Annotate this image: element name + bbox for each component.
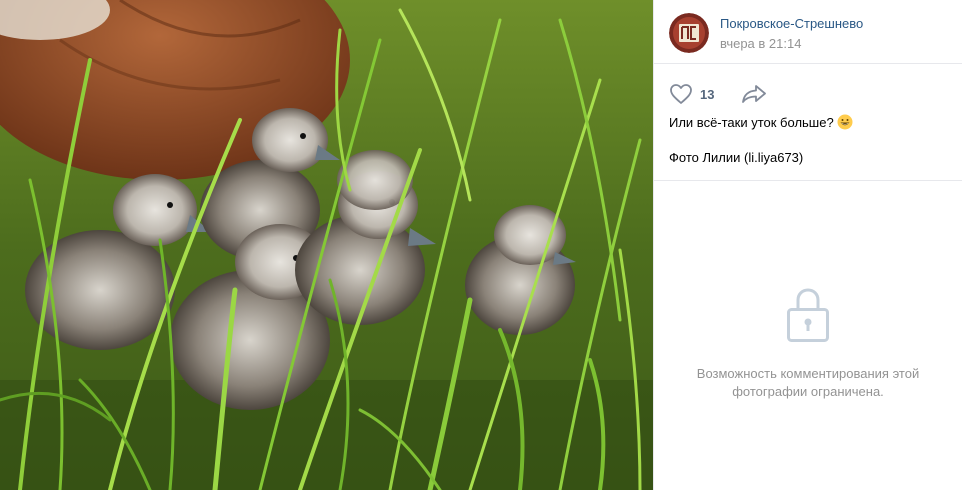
post-date[interactable]: вчера в 21:14: [720, 36, 801, 51]
photo-viewer[interactable]: [0, 0, 653, 490]
lock-icon: [787, 288, 829, 342]
post-author-link[interactable]: Покровское-Стрешнево: [720, 16, 863, 31]
comments-restricted-notice: Возможность комментирования этой фотогра…: [654, 181, 962, 490]
heart-icon: [670, 84, 692, 104]
post-caption: Или всё-таки уток больше? Фото Лилии (li…: [654, 102, 962, 167]
share-arrow-icon: [742, 85, 766, 103]
caption-line-credit: Фото Лилии (li.liya673): [669, 150, 804, 165]
share-button[interactable]: [741, 84, 767, 109]
community-logo-icon[interactable]: [669, 13, 709, 53]
grinning-face-icon: [837, 114, 853, 130]
caption-line-question: Или всё-таки уток больше?: [669, 114, 947, 132]
like-count: 13: [700, 86, 715, 102]
post-sidebar: Покровское-Стрешнево вчера в 21:14 13 Ил…: [653, 0, 962, 490]
comments-restricted-text: Возможность комментирования этой фотогра…: [696, 366, 920, 399]
photo-of-ducklings-in-grass: [0, 0, 653, 490]
post-actions: 13: [654, 64, 962, 105]
post-header: Покровское-Стрешнево вчера в 21:14: [654, 0, 962, 64]
like-button[interactable]: 13: [669, 83, 714, 105]
